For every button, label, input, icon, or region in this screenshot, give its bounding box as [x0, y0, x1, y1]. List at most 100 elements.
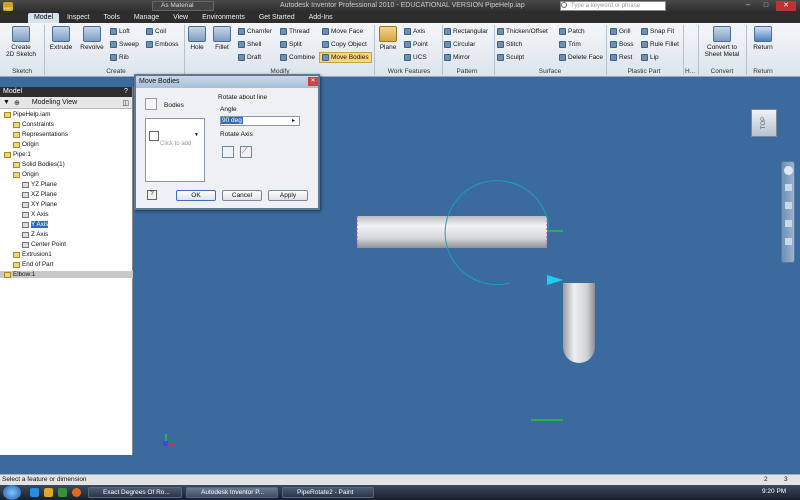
pan-icon[interactable]	[785, 184, 792, 191]
pipe-body[interactable]	[357, 216, 547, 248]
convert-to-sheet-metal-button[interactable]: Convert to Sheet Metal	[700, 26, 744, 58]
apply-button[interactable]: Apply	[268, 190, 308, 201]
loft-button[interactable]: Loft	[110, 28, 130, 35]
shell-button[interactable]: Shell	[238, 41, 261, 48]
ie-icon[interactable]	[30, 488, 39, 497]
tab-get-started[interactable]: Get Started	[253, 13, 301, 23]
tree-item[interactable]: PipeHelp.iam	[4, 111, 50, 118]
tree-item[interactable]: Origin	[13, 171, 39, 178]
quick-access-toolbar[interactable]	[16, 1, 96, 11]
draft-button[interactable]: Draft	[238, 54, 261, 61]
close-button[interactable]: ✕	[776, 1, 796, 11]
tree-item[interactable]: Constraints	[13, 121, 54, 128]
tree-item[interactable]: Z Axis	[22, 231, 48, 238]
taskbar-item-inventor[interactable]: Autodesk Inventor P...	[186, 487, 278, 498]
chevron-down-icon[interactable]: ▼	[194, 132, 199, 138]
tree-item[interactable]: Center Point	[22, 241, 66, 248]
zoom-icon[interactable]	[785, 202, 792, 209]
tree-item[interactable]: Solid Bodies(1)	[13, 161, 65, 168]
thicken-offset-button[interactable]: Thicken/Offset	[497, 28, 548, 35]
material-dropdown[interactable]: As Material	[152, 1, 214, 11]
maximize-button[interactable]: □	[758, 1, 774, 11]
snap-fit-button[interactable]: Snap Fit	[641, 28, 674, 35]
taskbar-item-paint[interactable]: PipeRotate2 - Paint	[282, 487, 374, 498]
elbow-body[interactable]	[563, 283, 595, 363]
tree-item[interactable]: Extrusion1	[13, 251, 52, 258]
firefox-icon[interactable]	[72, 488, 81, 497]
find-icon[interactable]: ⊕	[14, 99, 20, 107]
move-bodies-button[interactable]: Move Bodies	[319, 52, 372, 63]
rotation-arrow-icon[interactable]	[547, 275, 563, 285]
split-button[interactable]: Split	[280, 41, 302, 48]
start-button[interactable]	[3, 485, 21, 500]
rest-button[interactable]: Rest	[610, 54, 632, 61]
help-icon[interactable]: ?	[124, 87, 128, 97]
tab-add-ins[interactable]: Add-Ins	[303, 13, 339, 23]
mirror-button[interactable]: Mirror	[444, 54, 470, 61]
tab-view[interactable]: View	[167, 13, 194, 23]
select-axis-button[interactable]	[222, 146, 234, 158]
tree-item[interactable]: XZ Plane	[22, 191, 57, 198]
angle-input[interactable]: 90 deg ▸	[220, 116, 300, 126]
rib-button[interactable]: Rib	[110, 54, 129, 61]
revolve-button[interactable]: Revolve	[78, 26, 106, 51]
sweep-button[interactable]: Sweep	[110, 41, 139, 48]
coil-button[interactable]: Coil	[146, 28, 166, 35]
thread-button[interactable]: Thread	[280, 28, 310, 35]
tree-item[interactable]: XY Plane	[22, 201, 57, 208]
flip-axis-button[interactable]: ⟋	[240, 146, 252, 158]
copy-object-button[interactable]: Copy Object	[322, 41, 367, 48]
grill-button[interactable]: Grill	[610, 28, 631, 35]
move-type-icon[interactable]	[145, 98, 157, 110]
axis-button[interactable]: Axis	[404, 28, 425, 35]
emboss-button[interactable]: Emboss	[146, 41, 178, 48]
boss-button[interactable]: Boss	[610, 41, 633, 48]
tree-item[interactable]: Y Axis	[22, 221, 49, 228]
tab-manage[interactable]: Manage	[128, 13, 165, 23]
chamfer-button[interactable]: Chamfer	[238, 28, 272, 35]
view-mode-dropdown[interactable]: Modeling View	[32, 99, 77, 106]
dialog-help-button[interactable]: ?	[147, 190, 157, 200]
tree-item[interactable]: Origin	[13, 141, 39, 148]
point-button[interactable]: Point	[404, 41, 428, 48]
media-icon[interactable]	[58, 488, 67, 497]
bodies-list[interactable]: Click to add ▼	[145, 118, 205, 182]
filter-icon[interactable]: ▼	[3, 99, 10, 106]
taskbar-item-browser[interactable]: Exact Degrees Of Ro...	[88, 487, 182, 498]
minimize-button[interactable]: –	[740, 1, 756, 11]
chevron-right-icon[interactable]: ▸	[292, 117, 295, 124]
stitch-button[interactable]: Stitch	[497, 41, 522, 48]
tree-item[interactable]: YZ Plane	[22, 181, 57, 188]
panel-harness[interactable]: H...	[683, 68, 697, 75]
tree-item[interactable]: End of Part	[13, 261, 54, 268]
sculpt-button[interactable]: Sculpt	[497, 54, 524, 61]
plane-button[interactable]: Plane	[377, 26, 399, 51]
orbit-icon[interactable]	[785, 220, 792, 227]
browser-title[interactable]: Model	[3, 88, 22, 95]
steering-wheel-icon[interactable]	[784, 166, 793, 175]
tree-item[interactable]: Representations	[13, 131, 68, 138]
binoculars-icon[interactable]: ◫	[122, 99, 129, 107]
circular-pattern-button[interactable]: Circular	[444, 41, 475, 48]
ok-button[interactable]: OK	[176, 190, 216, 201]
ucs-button[interactable]: UCS	[404, 54, 427, 61]
tab-environments[interactable]: Environments	[196, 13, 251, 23]
lip-button[interactable]: Lip	[641, 54, 659, 61]
dialog-close-button[interactable]: ✕	[308, 77, 318, 86]
look-at-icon[interactable]	[785, 238, 792, 245]
viewcube[interactable]: TOP	[751, 109, 777, 137]
tree-item[interactable]: X Axis	[22, 211, 49, 218]
cancel-button[interactable]: Cancel	[222, 190, 262, 201]
delete-face-button[interactable]: Delete Face	[559, 54, 603, 61]
tree-item[interactable]: Pipe:1	[4, 151, 31, 158]
trim-button[interactable]: Trim	[559, 41, 581, 48]
rule-fillet-button[interactable]: Rule Fillet	[641, 41, 679, 48]
patch-button[interactable]: Patch	[559, 28, 585, 35]
fillet-button[interactable]: Fillet	[210, 26, 234, 51]
select-bodies-icon[interactable]	[149, 131, 159, 141]
system-tray[interactable]	[712, 488, 752, 497]
create-2d-sketch-button[interactable]: Create 2D Sketch	[4, 26, 38, 58]
hole-button[interactable]: Hole	[186, 26, 208, 51]
tab-inspect[interactable]: Inspect	[61, 13, 96, 23]
move-face-button[interactable]: Move Face	[322, 28, 363, 35]
